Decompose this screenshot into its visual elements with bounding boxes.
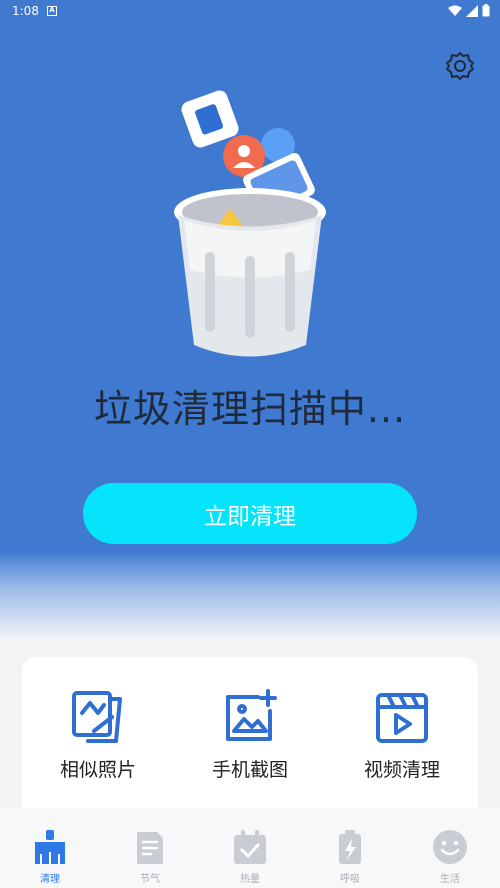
- breath-tab-icon: [339, 830, 361, 864]
- settings-gear-icon[interactable]: [444, 50, 476, 82]
- trash-can-illustration: [174, 90, 326, 357]
- status-bar: 1:08 A: [0, 0, 500, 22]
- tab-life[interactable]: 生活: [410, 828, 490, 888]
- tab-label: 热量: [240, 874, 260, 885]
- tab-breath[interactable]: 呼吸: [310, 828, 390, 888]
- tool-similar-photos[interactable]: 相似照片: [33, 687, 163, 827]
- add-screenshot-icon: [226, 689, 277, 741]
- calorie-tab-icon: [234, 830, 266, 864]
- tool-label: 相似照片: [59, 759, 136, 781]
- tab-clean[interactable]: 清理: [10, 828, 90, 888]
- clean-now-button[interactable]: 立即清理: [83, 483, 417, 544]
- tool-screenshots[interactable]: 手机截图: [185, 687, 315, 827]
- battery-icon: [482, 4, 490, 17]
- similar-photos-icon: [72, 691, 122, 743]
- tab-solar-term[interactable]: 节气: [110, 828, 190, 888]
- bottom-tab-bar: 清理 节气 热量 呼吸 生活: [0, 808, 500, 888]
- tab-calorie[interactable]: 热量: [210, 828, 290, 888]
- video-clean-icon: [376, 693, 428, 743]
- signal-icon: [466, 4, 478, 17]
- wifi-icon: [448, 5, 462, 16]
- clean-tab-icon: [35, 830, 65, 864]
- tab-label: 清理: [40, 874, 60, 885]
- scan-status-title: 垃圾清理扫描中...: [93, 387, 407, 431]
- tools-card: 相似照片 手机截图 视频清理: [22, 657, 478, 827]
- tool-label: 手机截图: [211, 759, 288, 781]
- status-time: 1:08: [12, 4, 39, 18]
- tool-label: 视频清理: [363, 759, 440, 781]
- life-tab-icon: [433, 830, 467, 864]
- tab-label: 生活: [440, 874, 460, 885]
- tab-label: 呼吸: [340, 874, 360, 885]
- tab-label: 节气: [140, 874, 160, 885]
- notification-icon: A: [46, 6, 57, 16]
- solar-term-tab-icon: [137, 832, 163, 864]
- tool-video-clean[interactable]: 视频清理: [337, 687, 467, 827]
- status-icons: [448, 4, 490, 17]
